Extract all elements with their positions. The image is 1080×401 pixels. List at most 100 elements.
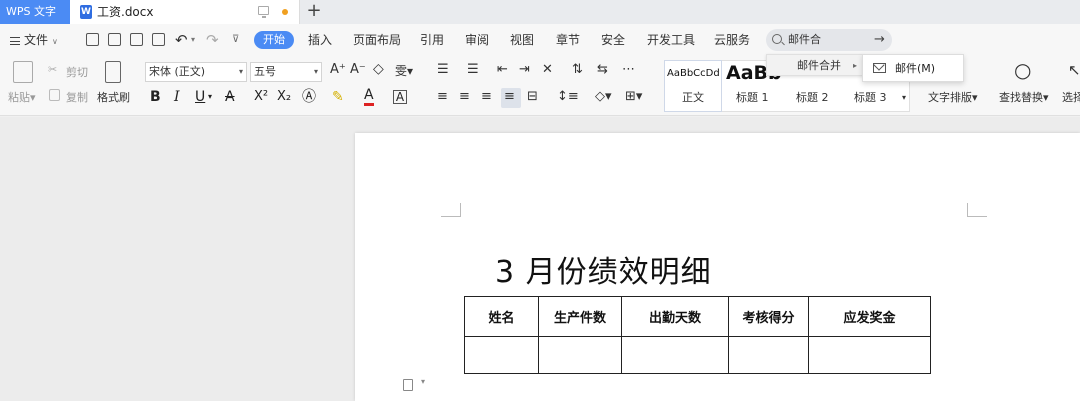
phonetic-guide-icon[interactable]: 雯▾	[395, 62, 413, 79]
paste-button[interactable]: 粘贴▾	[8, 89, 36, 105]
print-preview-icon[interactable]	[152, 33, 165, 46]
command-search-input[interactable]: 邮件合 →	[766, 29, 892, 51]
document-tab[interactable]: W 工资.docx	[70, 0, 300, 24]
unsaved-dot-icon	[282, 9, 288, 15]
highlight-icon[interactable]: ✎	[332, 88, 344, 106]
cut-button[interactable]: 剪切	[66, 64, 88, 80]
undo-dropdown-icon[interactable]: ▾	[191, 24, 195, 56]
document-title: 3 月份绩效明细	[495, 255, 712, 290]
search-value: 邮件合	[788, 33, 821, 46]
tab-developer[interactable]: 开发工具	[647, 24, 695, 56]
table-cell[interactable]	[464, 336, 539, 374]
file-menu[interactable]: 文件 ∨	[10, 24, 58, 56]
salary-table[interactable]: 姓名 生产件数 出勤天数 考核得分 应发奖金	[464, 296, 931, 374]
tab-cloud[interactable]: 云服务	[714, 24, 750, 56]
numbered-list-icon[interactable]: ☰	[467, 62, 479, 77]
borders-icon[interactable]: ⊞▾	[625, 89, 642, 104]
print-icon[interactable]	[130, 33, 143, 46]
monitor-icon[interactable]	[258, 6, 269, 18]
find-replace-button[interactable]: 查找替换▾	[999, 89, 1049, 105]
copy-icon	[49, 89, 60, 101]
style-heading3-label[interactable]: 标题 3	[854, 89, 887, 105]
tab-insert[interactable]: 插入	[308, 24, 332, 56]
table-row	[464, 336, 931, 374]
tab-security[interactable]: 安全	[601, 24, 625, 56]
customize-toolbar-icon[interactable]: ⊽	[232, 24, 239, 56]
copy-button[interactable]: 复制	[66, 89, 88, 105]
format-painter-icon[interactable]	[105, 61, 121, 83]
mail-button[interactable]: 邮件(M)	[895, 55, 935, 83]
strikethrough-icon[interactable]: A	[225, 88, 235, 106]
table-header-cell[interactable]: 出勤天数	[621, 296, 729, 337]
undo-icon[interactable]: ↶	[175, 24, 188, 56]
tab-start[interactable]: 开始	[254, 31, 294, 49]
format-painter-button[interactable]: 格式刷	[97, 89, 130, 105]
font-name-select[interactable]: 宋体 (正文) ▾	[145, 62, 247, 82]
select-button[interactable]: 选择	[1062, 89, 1080, 105]
table-header-cell[interactable]: 生产件数	[538, 296, 622, 337]
redo-icon[interactable]: ↷	[206, 24, 219, 56]
align-center-icon[interactable]: ≡	[459, 89, 470, 104]
underline-dropdown-icon[interactable]: ▾	[208, 88, 212, 106]
arrow-right-icon[interactable]: →	[874, 29, 885, 51]
paragraph-mark-icon[interactable]: ⋯	[622, 62, 635, 77]
show-marks-icon[interactable]: ⇆	[597, 62, 608, 77]
app-tab[interactable]: WPS 文字	[0, 0, 70, 24]
paragraph-handle-dropdown-icon[interactable]: ▾	[421, 377, 425, 386]
chinese-layout-icon[interactable]: ✕	[542, 62, 553, 77]
tab-page-layout[interactable]: 页面布局	[353, 24, 401, 56]
style-heading2-label[interactable]: 标题 2	[796, 89, 829, 105]
submenu-arrow-icon: ▸	[853, 61, 858, 70]
subscript-icon[interactable]: X₂	[277, 88, 291, 106]
distributed-align-icon[interactable]: ⊟	[527, 89, 538, 104]
line-spacing-icon[interactable]: ↕≡	[557, 89, 579, 104]
align-justify-icon: ≡	[504, 89, 515, 104]
table-header-cell[interactable]: 考核得分	[728, 296, 809, 337]
shrink-font-icon[interactable]: A⁻	[350, 62, 366, 77]
clear-format-icon[interactable]: ◇	[373, 61, 384, 77]
select-cursor-icon[interactable]: ↖	[1068, 61, 1080, 79]
table-header-row: 姓名 生产件数 出勤天数 考核得分 应发奖金	[464, 296, 931, 337]
increase-indent-icon[interactable]: ⇥	[519, 62, 530, 77]
document-page[interactable]: 3 月份绩效明细 姓名 生产件数 出勤天数 考核得分 应发奖金 ▾	[355, 133, 1080, 401]
margin-corner-top-right	[967, 203, 987, 217]
text-effect-icon[interactable]: Ⓐ	[302, 88, 316, 106]
table-cell[interactable]	[538, 336, 622, 374]
title-bar: WPS 文字 W 工资.docx +	[0, 0, 1080, 24]
paragraph-handle-icon[interactable]	[403, 379, 413, 391]
tab-references[interactable]: 引用	[420, 24, 444, 56]
char-border-icon[interactable]: A	[393, 90, 407, 104]
bold-icon[interactable]: B	[150, 88, 161, 106]
bullet-list-icon[interactable]: ☰	[437, 62, 449, 77]
table-header-cell[interactable]: 应发奖金	[808, 296, 931, 337]
align-right-icon[interactable]: ≡	[481, 89, 492, 104]
shading-icon[interactable]: ◇▾	[595, 89, 612, 104]
tab-review[interactable]: 审阅	[465, 24, 489, 56]
table-cell[interactable]	[808, 336, 931, 374]
superscript-icon[interactable]: X²	[254, 88, 268, 106]
sort-icon[interactable]: ⇅	[572, 62, 583, 77]
style-gallery-more-icon[interactable]: ▾	[902, 93, 906, 102]
align-left-icon[interactable]: ≡	[437, 89, 448, 104]
export-pdf-icon[interactable]	[108, 33, 121, 46]
paste-icon[interactable]	[13, 61, 33, 83]
grow-font-icon[interactable]: A⁺	[330, 62, 346, 77]
text-layout-button[interactable]: 文字排版▾	[928, 89, 978, 105]
table-cell[interactable]	[621, 336, 729, 374]
italic-icon[interactable]: I	[174, 88, 180, 106]
mail-merge-item[interactable]: 邮件合并	[797, 55, 841, 77]
table-cell[interactable]	[728, 336, 809, 374]
style-heading1-label[interactable]: 标题 1	[736, 89, 769, 105]
font-color-icon[interactable]: A	[364, 88, 374, 106]
font-size-select[interactable]: 五号 ▾	[250, 62, 322, 82]
tab-section[interactable]: 章节	[556, 24, 580, 56]
decrease-indent-icon[interactable]: ⇤	[497, 62, 508, 77]
underline-icon[interactable]: U	[195, 88, 205, 106]
save-icon[interactable]	[86, 33, 99, 46]
style-normal-sample: AaBbCcDd	[667, 68, 720, 79]
table-header-cell[interactable]: 姓名	[464, 296, 539, 337]
tab-view[interactable]: 视图	[510, 24, 534, 56]
new-tab-button[interactable]: +	[304, 0, 324, 24]
hamburger-icon	[10, 37, 20, 45]
find-replace-icon[interactable]: ○	[1014, 58, 1031, 82]
